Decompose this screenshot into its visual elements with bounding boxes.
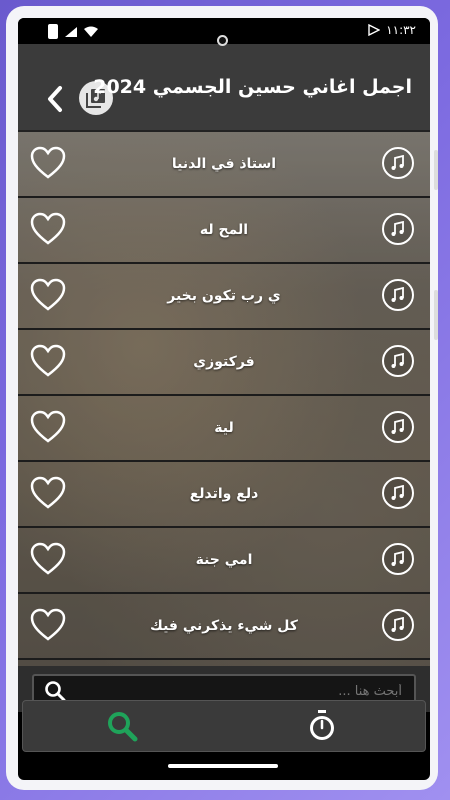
song-title: لية bbox=[214, 420, 234, 436]
song-title: المح له bbox=[199, 222, 249, 238]
signal-icon bbox=[65, 26, 77, 37]
search-icon[interactable] bbox=[44, 680, 66, 702]
song-title: ي رب تكون بخير bbox=[167, 288, 281, 304]
song-title: استاذ في الدنيا bbox=[171, 156, 277, 172]
song-row[interactable]: دلع واتدلع bbox=[18, 462, 430, 528]
screen: ١١:٣٢ اجمل اغاني حسين الجسمي 2024 استاذ … bbox=[18, 18, 430, 780]
song-list[interactable]: استاذ في الدنيا المح له ي رب تكون بخير ف… bbox=[18, 132, 430, 666]
wifi-icon bbox=[84, 26, 98, 37]
heart-icon[interactable] bbox=[30, 344, 66, 378]
chevron-left-icon bbox=[48, 86, 62, 112]
battery-icon bbox=[48, 24, 58, 39]
app-bar: اجمل اغاني حسين الجسمي 2024 bbox=[18, 44, 430, 132]
status-icons-right: ١١:٣٢ bbox=[368, 23, 416, 37]
song-row[interactable]: لية bbox=[18, 396, 430, 462]
back-button[interactable] bbox=[42, 84, 68, 114]
heart-icon[interactable] bbox=[30, 212, 66, 246]
status-icons-left bbox=[48, 24, 98, 39]
song-row[interactable]: امي جنة bbox=[18, 528, 430, 594]
search-icon[interactable] bbox=[105, 709, 139, 743]
song-title: فركتوزي bbox=[193, 354, 255, 370]
music-note-icon bbox=[382, 147, 414, 179]
song-row[interactable]: ي رب تكون بخير bbox=[18, 264, 430, 330]
music-note-icon bbox=[382, 279, 414, 311]
heart-icon[interactable] bbox=[30, 410, 66, 444]
timer-icon[interactable] bbox=[305, 709, 339, 743]
clock: ١١:٣٢ bbox=[386, 23, 416, 37]
song-row[interactable]: المح له bbox=[18, 198, 430, 264]
camera-cutout bbox=[217, 35, 228, 46]
heart-icon[interactable] bbox=[30, 476, 66, 510]
music-note-icon bbox=[382, 477, 414, 509]
song-title: امي جنة bbox=[195, 552, 253, 568]
song-row[interactable]: كل شيء يذكرني فيك bbox=[18, 594, 430, 660]
music-note-icon bbox=[382, 543, 414, 575]
play-store-icon bbox=[368, 24, 381, 36]
heart-icon[interactable] bbox=[30, 542, 66, 576]
song-row[interactable]: استاذ في الدنيا bbox=[18, 132, 430, 198]
side-button bbox=[434, 150, 438, 190]
heart-icon[interactable] bbox=[30, 146, 66, 180]
music-note-icon bbox=[382, 345, 414, 377]
side-button bbox=[434, 290, 438, 340]
home-indicator[interactable] bbox=[168, 764, 278, 768]
bottom-nav bbox=[22, 700, 426, 752]
music-note-icon bbox=[382, 609, 414, 641]
heart-icon[interactable] bbox=[30, 278, 66, 312]
heart-icon[interactable] bbox=[30, 608, 66, 642]
song-title: دلع واتدلع bbox=[189, 486, 259, 502]
song-row[interactable]: فركتوزي bbox=[18, 330, 430, 396]
page-title: اجمل اغاني حسين الجسمي 2024 bbox=[93, 76, 412, 98]
song-title: كل شيء يذكرني فيك bbox=[150, 618, 298, 634]
music-note-icon bbox=[382, 411, 414, 443]
music-note-icon bbox=[382, 213, 414, 245]
